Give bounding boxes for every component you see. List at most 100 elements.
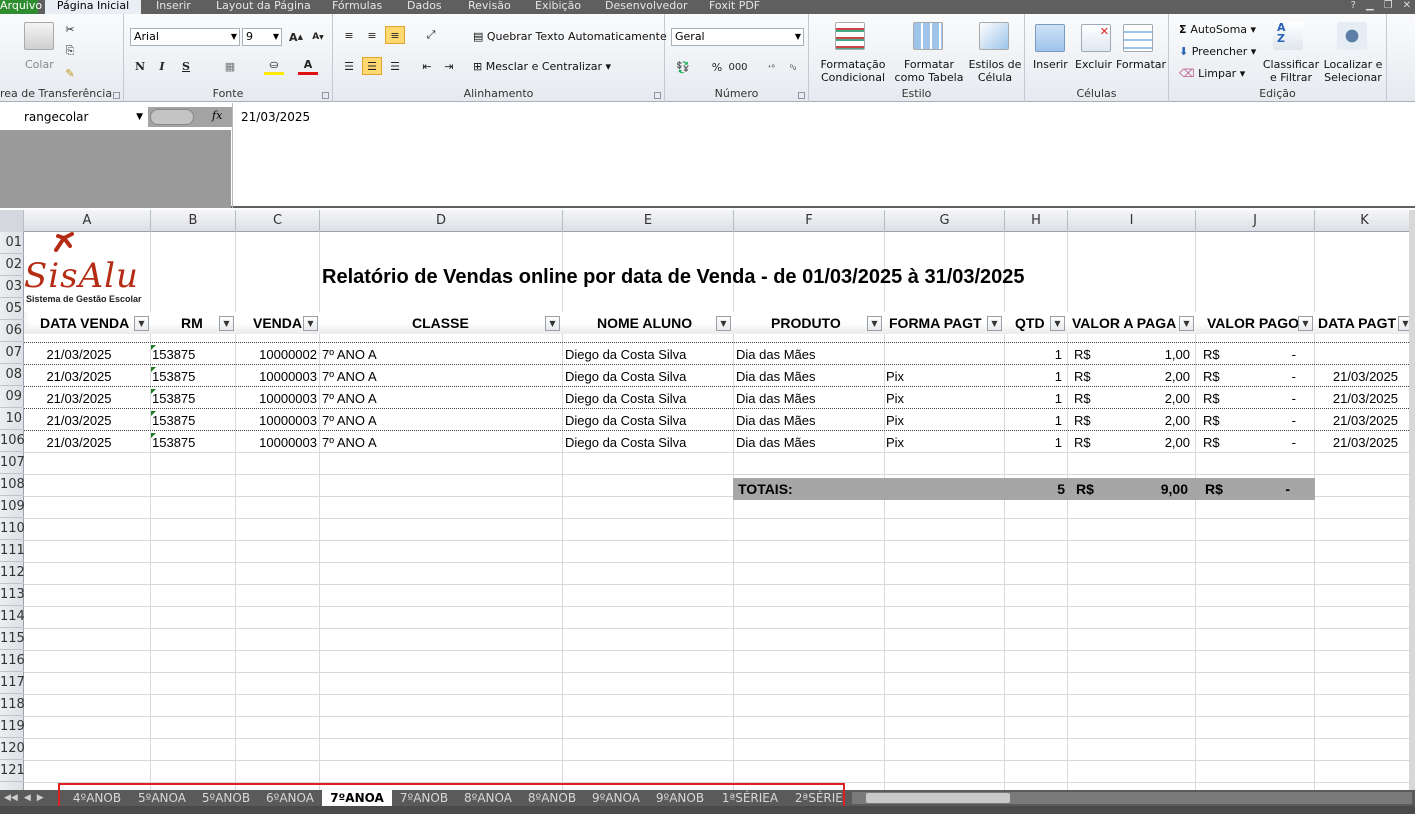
cell-data-pagt[interactable]: 21/03/2025 [1316,366,1398,388]
currency-icon[interactable]: 💱 [673,58,693,76]
autosum-button[interactable]: Σ AutoSoma ▾ [1179,23,1256,36]
cell-venda[interactable]: 10000003 [237,388,317,410]
cell-rm[interactable]: 153875 [152,366,232,388]
cell-data-venda[interactable]: 21/03/2025 [24,344,134,366]
sort-filter-icon[interactable]: AZ [1273,22,1303,50]
filter-dropdown-icon[interactable]: ▼ [303,316,318,331]
align-right-icon[interactable]: ☰ [385,57,405,75]
decrease-indent-icon[interactable]: ⇤ [417,57,437,75]
filter-dropdown-icon[interactable]: ▼ [134,316,149,331]
insert-function-button[interactable]: fx [212,109,222,122]
filter-dropdown-icon[interactable]: ▼ [1050,316,1065,331]
column-header[interactable]: E [563,210,734,232]
cell-data-pagt[interactable]: 21/03/2025 [1316,410,1398,432]
column-header[interactable]: F [734,210,885,232]
row-header[interactable]: 111 [0,540,24,562]
cell-venda[interactable]: 10000003 [237,410,317,432]
cell-data-venda[interactable]: 21/03/2025 [24,410,134,432]
cell-venda[interactable]: 10000002 [237,344,317,366]
insert-cells-icon[interactable] [1035,24,1065,52]
cell-data-pagt[interactable]: 21/03/2025 [1316,432,1398,454]
cut-icon[interactable]: ✂ [60,20,80,38]
totals-qtd[interactable]: 5 [1009,478,1065,500]
filter-dropdown-icon[interactable]: ▼ [219,316,234,331]
row-header[interactable]: 108 [0,474,24,496]
cell-data-pagt[interactable] [1316,344,1398,366]
clipboard-launcher-icon[interactable] [113,92,120,99]
sheet-tab[interactable]: 1ªSÉRIEA [712,791,788,806]
delete-cells-icon[interactable]: ✕ [1081,24,1111,52]
totals-valor[interactable]: 9,00 [1124,478,1188,500]
formula-toggle[interactable] [150,109,194,125]
cell-valor-pago[interactable]: - [1254,410,1296,432]
cell-currency[interactable]: R$ [1203,388,1233,410]
underline-button[interactable]: S [176,57,196,75]
cell-produto[interactable]: Dia das Mães [736,366,881,388]
cell-qtd[interactable]: 1 [1006,344,1062,366]
filter-dropdown-icon[interactable]: ▼ [716,316,731,331]
percent-button[interactable]: % [707,58,727,76]
paste-button[interactable]: Colar [25,58,54,71]
cell-valor[interactable]: 2,00 [1114,432,1190,454]
cell-classe[interactable]: 7º ANO A [322,344,552,366]
cell-forma-pagt[interactable]: Pix [886,388,996,410]
format-cells-button[interactable]: Formatar [1116,58,1166,71]
cell-classe[interactable]: 7º ANO A [322,432,552,454]
cell-nome-aluno[interactable]: Diego da Costa Silva [565,344,730,366]
close-icon[interactable]: ✕ [1403,0,1411,14]
sheet-tab[interactable]: 5ºANOB [194,791,258,806]
cell-rm[interactable]: 153875 [152,410,232,432]
font-size-combo[interactable]: 9 ▼ [242,28,282,46]
tab-revisao[interactable]: Revisão [468,0,511,14]
wrap-text-button[interactable]: ▤ Quebrar Texto Automaticamente [473,30,667,43]
row-header[interactable]: 117 [0,672,24,694]
copy-icon[interactable]: ⎘ [60,42,80,60]
cell-valor-pago[interactable]: - [1254,366,1296,388]
row-header[interactable]: 113 [0,584,24,606]
cell-classe[interactable]: 7º ANO A [322,366,552,388]
tab-formulas[interactable]: Fórmulas [332,0,382,14]
totals-pago[interactable]: - [1254,478,1290,500]
sheet-tab[interactable]: 8ºANOA [456,791,520,806]
tab-arquivo[interactable]: Arquivo [0,0,42,14]
filter-dropdown-icon[interactable]: ▼ [1179,316,1194,331]
sheet-tab[interactable]: 2ªSÉRIEA [788,791,843,806]
worksheet[interactable]: A B C D E F G H I J K 01 02 03 05 06 07 08 09 10… [0,210,1415,790]
binoculars-icon[interactable] [1337,22,1367,50]
row-header[interactable]: 106 [0,430,24,452]
cell-classe[interactable]: 7º ANO A [322,410,552,432]
cell-data-venda[interactable]: 21/03/2025 [24,366,134,388]
sheet-tab[interactable]: 6ºANOA [258,791,322,806]
conditional-format-button[interactable]: Formatação Condicional [815,58,891,84]
cell-valor[interactable]: 2,00 [1114,388,1190,410]
row-header[interactable]: 120 [0,738,24,760]
bold-button[interactable]: N [130,57,150,75]
cell-nome-aluno[interactable]: Diego da Costa Silva [565,366,730,388]
row-header[interactable]: 112 [0,562,24,584]
name-box[interactable]: rangecolar ▼ [0,107,148,127]
column-header[interactable]: H [1005,210,1068,232]
column-header[interactable]: I [1068,210,1196,232]
scroll-thumb[interactable] [866,793,1010,803]
filter-dropdown-icon[interactable]: ▼ [867,316,882,331]
filter-dropdown-icon[interactable]: ▼ [1298,316,1313,331]
cell-rm[interactable]: 153875 [152,344,232,366]
cell-nome-aluno[interactable]: Diego da Costa Silva [565,388,730,410]
font-color-icon[interactable]: A [298,57,318,75]
column-header[interactable]: C [236,210,320,232]
cell-nome-aluno[interactable]: Diego da Costa Silva [565,410,730,432]
align-bottom-icon[interactable]: ≡ [385,26,405,44]
select-all-button[interactable] [0,210,24,232]
cell-data-pagt[interactable]: 21/03/2025 [1316,388,1398,410]
decrease-decimal-icon[interactable]: ⁰₀ [783,58,803,76]
tab-inserir[interactable]: Inserir [156,0,191,14]
sheet-tab[interactable]: 5ºANOA [130,791,194,806]
vertical-scrollbar[interactable] [1409,210,1415,790]
row-header[interactable]: 03 [0,276,24,298]
cell-currency[interactable]: R$ [1074,366,1104,388]
font-launcher-icon[interactable] [322,92,329,99]
formula-input[interactable]: 21/03/2025 [232,103,1415,208]
cell-currency[interactable]: R$ [1203,410,1233,432]
column-header[interactable]: B [151,210,236,232]
sheet-tab[interactable]: 7ºANOA [322,789,392,806]
